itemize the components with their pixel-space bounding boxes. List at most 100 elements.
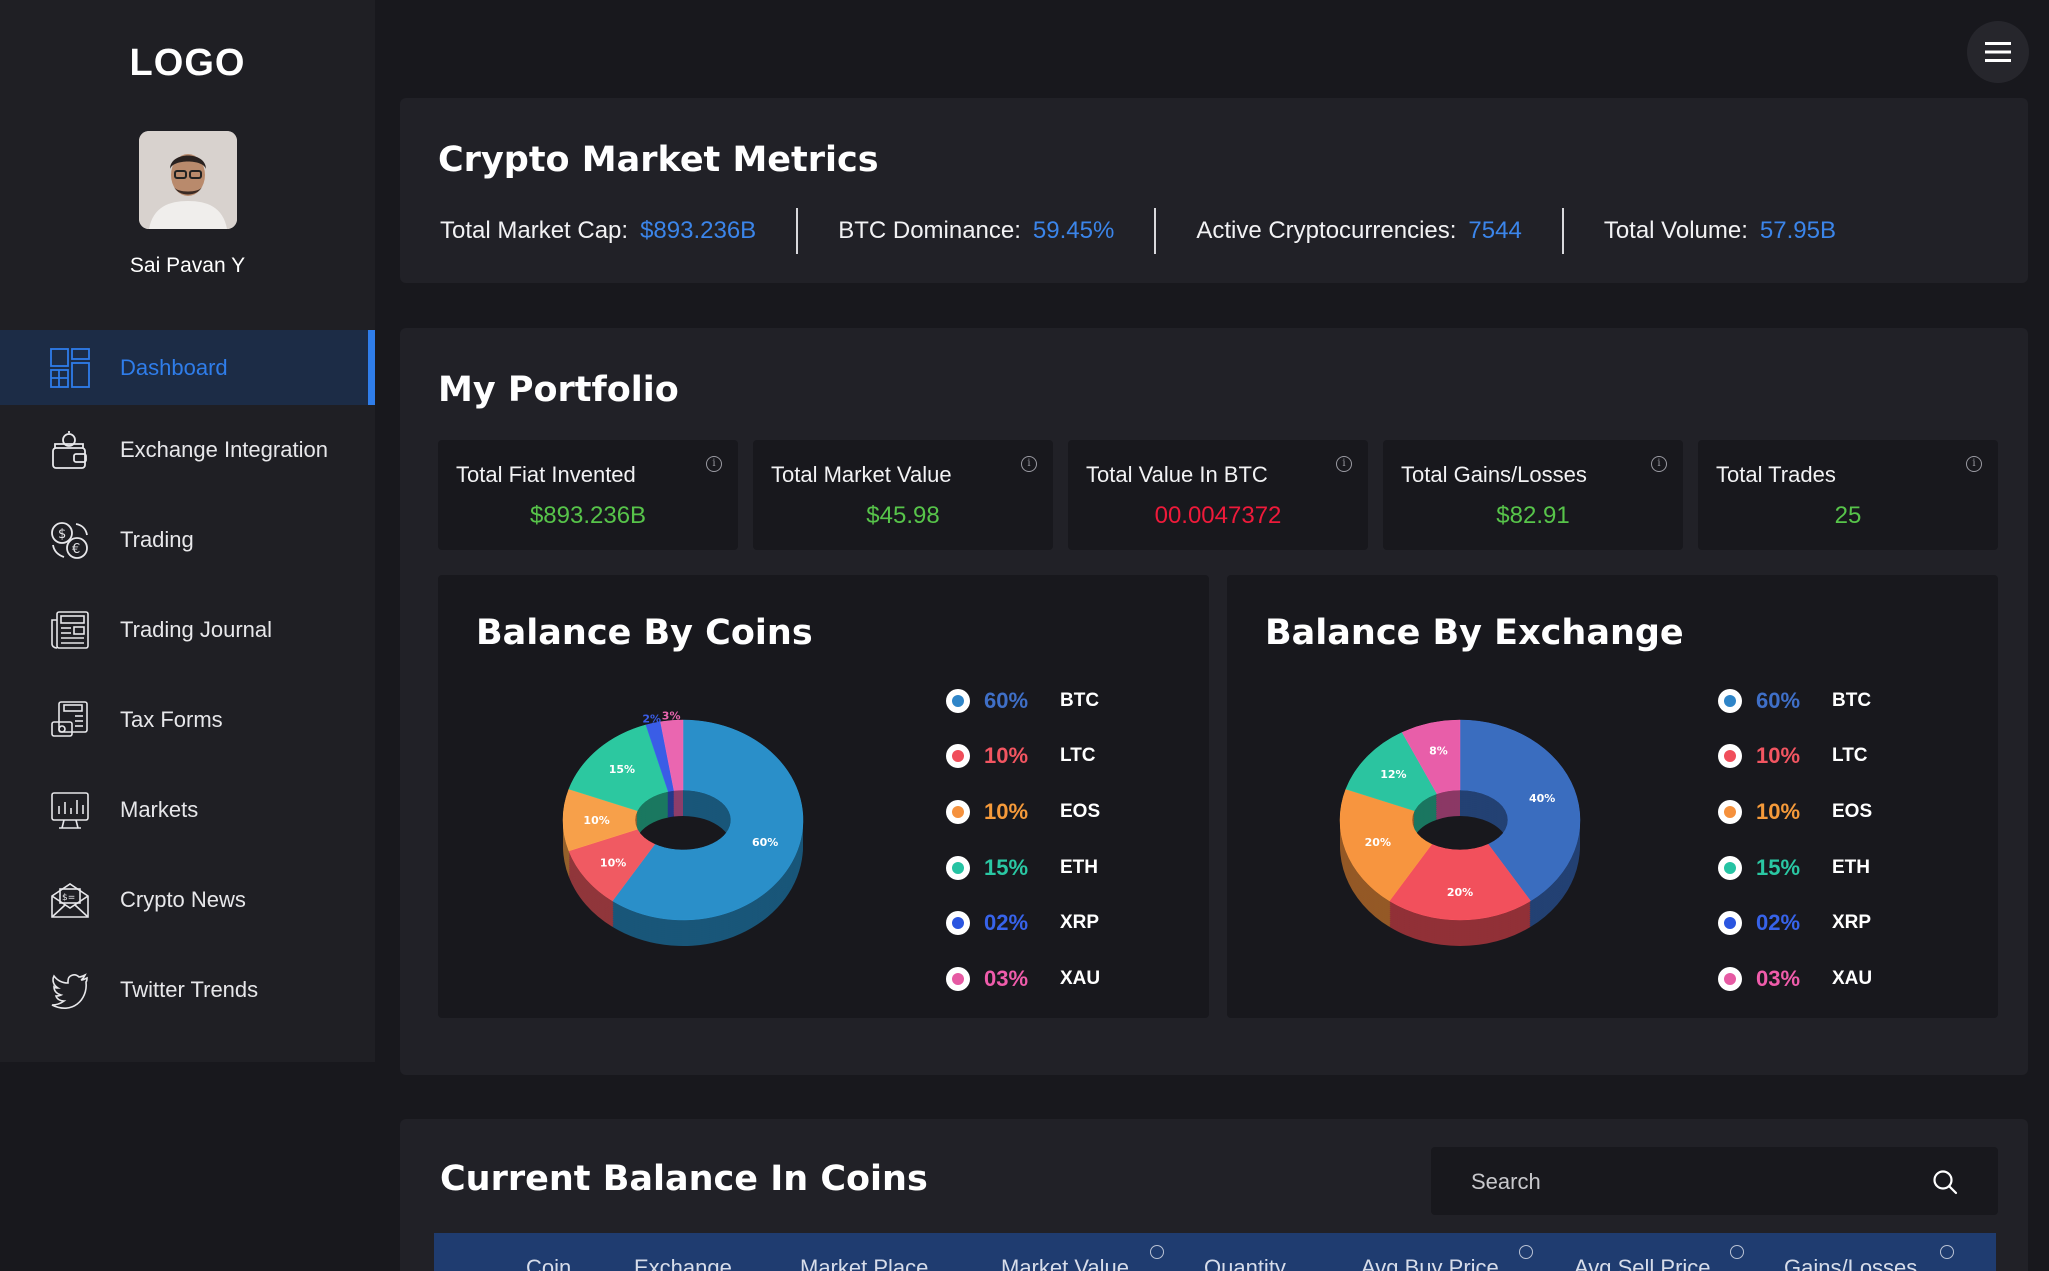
legend-item-xrp: 02% XRP bbox=[946, 895, 1100, 951]
svg-text:$=: $= bbox=[62, 893, 75, 903]
donut-slice-label: 20% bbox=[1447, 886, 1473, 899]
column-header-gains-losses[interactable]: Gains/Losses bbox=[1784, 1255, 1917, 1271]
legend-dot bbox=[946, 744, 970, 769]
sidebar-item-tax-forms[interactable]: Tax Forms bbox=[0, 675, 375, 765]
sidebar-item-label: Dashboard bbox=[120, 354, 228, 380]
portfolio-card: My Portfolio Total Fiat Invented i $893.… bbox=[400, 328, 2028, 1075]
sidebar-item-label: Tax Forms bbox=[120, 707, 223, 732]
sidebar-item-trading[interactable]: $ € Trading bbox=[0, 495, 375, 585]
stat-value: 25 bbox=[1834, 502, 1862, 529]
legend-dot bbox=[946, 799, 970, 824]
metric-label: Active Cryptocurrencies: bbox=[1196, 217, 1457, 244]
legend-percent: 60% bbox=[984, 687, 1029, 713]
sidebar-item-exchange-integration[interactable]: Exchange Integration bbox=[0, 405, 375, 495]
legend-item-xau: 03% XAU bbox=[946, 951, 1100, 1007]
wallet-icon bbox=[52, 431, 87, 469]
user-name: Sai Pavan Y bbox=[129, 254, 246, 277]
info-icon[interactable]: i bbox=[1651, 456, 1667, 472]
sidebar-item-label: Trading Journal bbox=[120, 617, 273, 642]
stat-label: Total Market Value bbox=[771, 462, 952, 487]
hamburger-menu-icon bbox=[1985, 42, 2011, 62]
metric-value: 7544 bbox=[1468, 217, 1522, 244]
legend-dot bbox=[1718, 911, 1742, 936]
sidebar-item-label: Exchange Integration bbox=[120, 437, 328, 462]
search-icon[interactable] bbox=[1932, 1169, 1958, 1195]
info-icon[interactable] bbox=[1150, 1245, 1164, 1259]
legend-item-xau: 03% XAU bbox=[1718, 951, 1872, 1007]
tax-form-icon bbox=[51, 701, 88, 737]
metric-total-volume: Total Volume: 57.95B bbox=[1604, 217, 1836, 245]
sidebar-item-crypto-news[interactable]: $= Crypto News bbox=[0, 855, 375, 945]
legend-label: XRP bbox=[1832, 912, 1872, 934]
legend-dot bbox=[1718, 799, 1742, 824]
column-header-avg-buy-price[interactable]: Avg Buy Price bbox=[1361, 1255, 1499, 1271]
legend-percent: 02% bbox=[1756, 910, 1801, 936]
column-header-market-place[interactable]: Market Place bbox=[800, 1255, 928, 1271]
balance-by-exchange-legend: 60% BTC 10% LTC 10% EOS 15% ETH 02% XRP 03% XAU bbox=[1718, 673, 1872, 1007]
info-icon[interactable] bbox=[1940, 1245, 1954, 1259]
legend-percent: 10% bbox=[984, 743, 1029, 769]
metric-label: Total Market Cap: bbox=[440, 217, 629, 244]
legend-dot bbox=[946, 855, 970, 880]
legend-label: ETH bbox=[1832, 856, 1870, 878]
legend-item-eos: 10% EOS bbox=[946, 784, 1100, 840]
column-header-coin[interactable]: Coin bbox=[526, 1255, 571, 1271]
svg-text:€: € bbox=[72, 542, 80, 557]
balance-by-exchange-donut-chart: 40% 20% 20% 12% 8% bbox=[1339, 719, 1581, 946]
sidebar-item-markets[interactable]: Markets bbox=[0, 765, 375, 855]
avatar[interactable] bbox=[139, 131, 237, 229]
sidebar-item-trading-journal[interactable]: Trading Journal bbox=[0, 585, 375, 675]
legend-percent: 03% bbox=[984, 965, 1029, 991]
stat-total-market-value: Total Market Value i $45.98 bbox=[753, 440, 1053, 550]
legend-label: BTC bbox=[1060, 689, 1100, 711]
donut-slice-label: 15% bbox=[609, 763, 635, 776]
metric-value: $893.236B bbox=[640, 217, 757, 244]
donut-slice-label: 60% bbox=[752, 836, 778, 849]
balance-by-exchange-panel: Balance By Exchange 40% 20% 20% 12% 8% 60% BT… bbox=[1227, 575, 1998, 1018]
column-header-market-value[interactable]: Market Value bbox=[1001, 1255, 1129, 1271]
legend-item-btc: 60% BTC bbox=[1718, 673, 1872, 729]
sidebar-item-dashboard[interactable]: Dashboard bbox=[0, 330, 375, 405]
search-input[interactable]: Search bbox=[1431, 1147, 1998, 1215]
donut-slice-label: 20% bbox=[1365, 836, 1391, 849]
legend-percent: 15% bbox=[984, 854, 1029, 880]
legend-dot bbox=[1718, 855, 1742, 880]
info-icon[interactable] bbox=[1730, 1245, 1744, 1259]
table-header: Coin Exchange Market Place Market Value … bbox=[434, 1233, 1996, 1271]
stat-label: Total Trades bbox=[1716, 462, 1836, 487]
legend-label: ETH bbox=[1060, 856, 1098, 878]
stat-value: $45.98 bbox=[866, 502, 940, 529]
divider bbox=[1154, 208, 1157, 254]
donut-slice-label: 10% bbox=[583, 814, 609, 827]
legend-dot bbox=[1718, 688, 1742, 713]
stat-total-gains-losses: Total Gains/Losses i $82.91 bbox=[1383, 440, 1683, 550]
legend-label: XAU bbox=[1060, 967, 1101, 989]
newspaper-icon bbox=[51, 611, 89, 649]
menu-button[interactable] bbox=[1967, 21, 2029, 83]
svg-text:$: $ bbox=[58, 527, 66, 542]
legend-label: BTC bbox=[1832, 689, 1872, 711]
info-icon[interactable]: i bbox=[1336, 456, 1352, 472]
sidebar-item-twitter-trends[interactable]: Twitter Trends bbox=[0, 945, 375, 1035]
currency-exchange-icon: $ € bbox=[51, 522, 88, 559]
info-icon[interactable] bbox=[1519, 1245, 1533, 1259]
sidebar-item-label: Markets bbox=[120, 797, 199, 822]
legend-percent: 60% bbox=[1756, 687, 1801, 713]
metric-value: 59.45% bbox=[1032, 217, 1115, 244]
dashboard-icon bbox=[50, 347, 90, 388]
search-placeholder: Search bbox=[1471, 1169, 1541, 1194]
legend-item-ltc: 10% LTC bbox=[1718, 729, 1872, 785]
legend-item-eth: 15% ETH bbox=[946, 840, 1100, 896]
metric-total-market-cap: Total Market Cap: $893.236B bbox=[440, 217, 756, 245]
column-header-exchange[interactable]: Exchange bbox=[634, 1255, 732, 1271]
balance-by-coins-legend: 60% BTC 10% LTC 10% EOS 15% ETH 02% XRP 03% XAU bbox=[946, 673, 1100, 1007]
portfolio-title: My Portfolio bbox=[438, 370, 679, 410]
metric-label: Total Volume: bbox=[1603, 217, 1748, 244]
info-icon[interactable]: i bbox=[1021, 456, 1037, 472]
divider bbox=[1561, 208, 1564, 254]
column-header-avg-sell-price[interactable]: Avg Sell Price bbox=[1574, 1255, 1711, 1271]
info-icon[interactable]: i bbox=[1966, 456, 1982, 472]
legend-label: LTC bbox=[1060, 745, 1096, 767]
column-header-quantity[interactable]: Quantity bbox=[1204, 1255, 1286, 1271]
info-icon[interactable]: i bbox=[706, 456, 722, 472]
